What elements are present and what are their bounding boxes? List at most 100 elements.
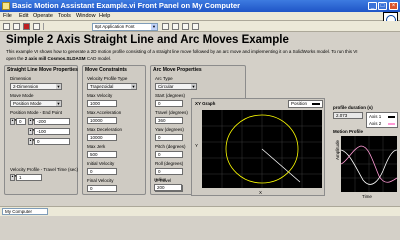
align-objects-icon[interactable] xyxy=(162,23,169,30)
dimension-label: Dimension xyxy=(10,76,32,81)
chevron-down-icon: ▼ xyxy=(56,84,61,89)
max-decel-input[interactable]: 10000 xyxy=(87,134,117,141)
status-bar: My Computer xyxy=(0,206,400,216)
arc-type-label: Arc Type xyxy=(155,76,173,81)
xy-graph-legend[interactable]: Position xyxy=(288,100,323,108)
start-label: Start (degrees) xyxy=(155,93,186,98)
cad-model-name: 2 axis mill Cosmos.SLDASM xyxy=(24,55,86,61)
motion-profile-ylabel: Amplitude xyxy=(335,139,340,160)
arc-move-heading: Arc Move Properties xyxy=(153,67,202,73)
profile-type-select[interactable]: Trapezoidal ▼ xyxy=(87,83,137,90)
menu-operate[interactable]: Operate xyxy=(33,13,53,19)
travel-time-label: Velocity Profile - Travel Time (sec) xyxy=(10,167,79,172)
yaw-input[interactable]: 0 xyxy=(155,134,183,141)
description: This example VI shows how to generate a … xyxy=(6,49,392,62)
menu-bar: File Edit Operate Tools Window Help xyxy=(0,12,400,27)
motion-profile-legend[interactable]: Axis 1 Axis 2 xyxy=(366,112,398,128)
xy-x-axis-label: X xyxy=(259,190,263,195)
roll-label: Roll (degrees) xyxy=(155,161,184,166)
start-input[interactable]: 0 xyxy=(155,100,183,107)
legend-axis1-swatch xyxy=(388,116,395,118)
resize-objects-icon[interactable] xyxy=(182,23,189,30)
motion-profile-plot[interactable] xyxy=(340,136,398,192)
end-point-x-stepper[interactable]: ▲▼ xyxy=(28,118,35,125)
project-name: My Computer xyxy=(5,209,33,214)
page-title: Simple 2 Axis Straight Line and Arc Move… xyxy=(6,34,289,46)
dimension-value: 2-Dimension xyxy=(13,84,39,89)
move-mode-select[interactable]: Position Mode ▼ xyxy=(10,100,62,107)
project-selector[interactable]: My Computer xyxy=(2,208,48,215)
window-title: Basic Motion Assistant Example.vi Front … xyxy=(12,1,241,10)
minimize-button[interactable]: _ xyxy=(368,2,377,10)
pitch-input[interactable]: 0 xyxy=(155,151,183,158)
xy-graph-label: XY Graph xyxy=(195,101,216,106)
profile-type-label: Velocity Profile Type xyxy=(87,76,128,81)
max-jerk-label: Max Jerk xyxy=(87,144,106,149)
distribute-objects-icon[interactable] xyxy=(172,23,179,30)
end-point-z[interactable]: 0 xyxy=(34,138,70,145)
max-accel-input[interactable]: 10000 xyxy=(87,117,117,124)
run-arrow-icon[interactable] xyxy=(3,23,10,30)
reorder-icon[interactable] xyxy=(192,23,199,30)
move-mode-label: Move Mode xyxy=(10,93,34,98)
initial-velocity-input[interactable]: 0 xyxy=(87,168,117,175)
travel-label: Travel (degrees) xyxy=(155,110,188,115)
close-button[interactable]: × xyxy=(389,2,398,10)
travel-input[interactable]: 360 xyxy=(155,117,183,124)
abort-execution-icon[interactable] xyxy=(23,23,30,30)
menu-window[interactable]: Window xyxy=(76,13,96,19)
pause-icon[interactable] xyxy=(33,23,40,30)
end-point-index-stepper[interactable]: ▲▼ xyxy=(10,118,17,125)
description-line1: This example VI shows how to generate a … xyxy=(6,49,358,54)
max-velocity-label: Max Velocity xyxy=(87,93,113,98)
chevron-down-icon: ▼ xyxy=(56,101,61,106)
final-velocity-label: Final Velocity xyxy=(87,178,114,183)
yaw-label: Yaw (degrees) xyxy=(155,127,184,132)
menu-file[interactable]: File xyxy=(3,13,12,19)
xy-legend-position: Position xyxy=(291,101,308,106)
end-point-x[interactable]: -200 xyxy=(34,118,70,125)
description-line2-post: CAD model. xyxy=(85,55,112,61)
end-point-index[interactable]: 0 xyxy=(16,118,26,125)
font-selector[interactable]: 8pt Application Font ▼ xyxy=(92,22,158,31)
legend-axis1: Axis 1 xyxy=(369,114,382,119)
straight-line-trace xyxy=(261,148,301,183)
pitch-label: Pitch (degrees) xyxy=(155,144,186,149)
max-decel-label: Max Deceleration xyxy=(87,127,123,132)
menu-help[interactable]: Help xyxy=(99,13,110,19)
menu-edit[interactable]: Edit xyxy=(19,13,28,19)
chevron-down-icon: ▼ xyxy=(191,84,196,89)
xy-plot-area[interactable] xyxy=(202,110,322,188)
chevron-down-icon: ▼ xyxy=(131,84,136,89)
travel-time-input[interactable]: 1 xyxy=(16,174,42,181)
profile-duration-value: 2.073 xyxy=(333,112,363,119)
motion-profile-xlabel: Time xyxy=(362,194,372,199)
toolbar-separator xyxy=(43,23,44,30)
travel-time-stepper[interactable]: ▲▼ xyxy=(10,174,17,181)
run-continuously-icon[interactable] xyxy=(13,23,20,30)
arc-type-value: Circular xyxy=(158,84,174,89)
move-constraints-heading: Move Constraints xyxy=(85,67,127,73)
end-point-y[interactable]: -100 xyxy=(34,128,70,135)
xy-plot-svg xyxy=(202,110,322,188)
max-jerk-input[interactable]: 500 xyxy=(87,151,117,158)
end-point-y-stepper[interactable]: ▲▼ xyxy=(28,128,35,135)
motion-profile-label: Motion Profile xyxy=(333,129,363,134)
maximize-button[interactable]: □ xyxy=(378,2,387,10)
move-mode-value: Position Mode xyxy=(13,101,42,106)
description-line2-pre: open the xyxy=(6,55,25,61)
final-velocity-input[interactable]: 0 xyxy=(87,185,117,192)
arc-type-select[interactable]: Circular ▼ xyxy=(155,83,197,90)
max-velocity-input[interactable]: 1000 xyxy=(87,100,117,107)
end-point-z-stepper[interactable]: ▲▼ xyxy=(28,138,35,145)
dimension-select[interactable]: 2-Dimension ▼ xyxy=(10,83,62,90)
menu-tools[interactable]: Tools xyxy=(58,13,71,19)
roll-input[interactable]: 0 xyxy=(155,168,183,175)
toolbar: 8pt Application Font ▼ xyxy=(0,21,400,32)
radius-input[interactable]: 200 xyxy=(154,184,182,191)
legend-line-icon xyxy=(312,103,320,105)
legend-axis2-swatch xyxy=(388,123,395,125)
window-titlebar: Basic Motion Assistant Example.vi Front … xyxy=(0,0,400,12)
max-accel-label: Max Acceleration xyxy=(87,110,122,115)
font-selector-value: 8pt Application Font xyxy=(95,23,135,29)
